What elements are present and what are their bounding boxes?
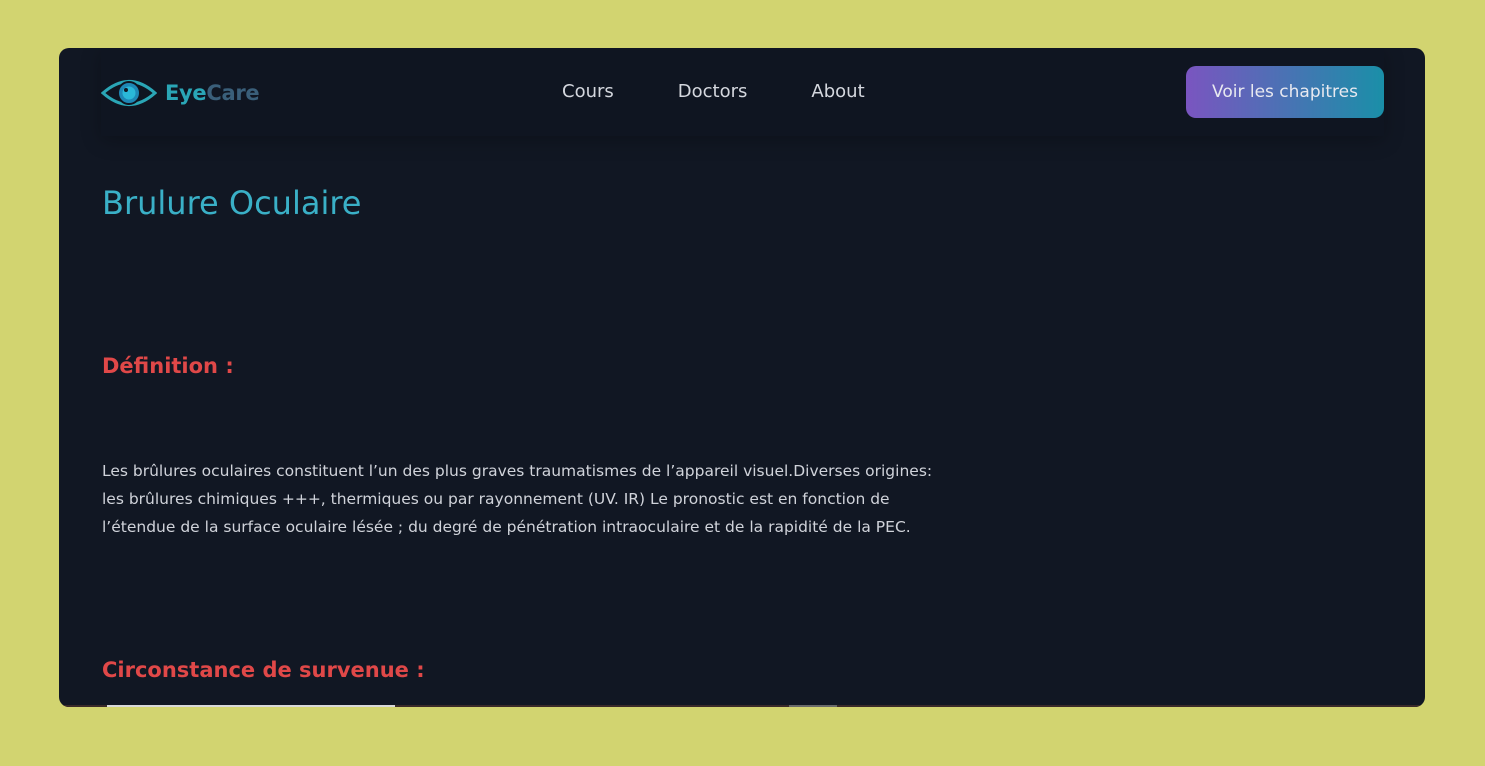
nav-links: Cours Doctors About — [562, 81, 929, 102]
page-title: Brulure Oculaire — [102, 184, 362, 222]
page-background: EyeCare Cours Doctors About Voir les cha… — [0, 0, 1485, 766]
content-below-fold — [59, 705, 1425, 707]
section-heading-definition: Définition : — [102, 354, 234, 378]
eye-icon — [101, 76, 157, 110]
below-fold-element — [789, 705, 837, 707]
logo-text: EyeCare — [165, 81, 260, 105]
section-heading-circonstance: Circonstance de survenue : — [102, 658, 425, 682]
browser-viewport: EyeCare Cours Doctors About Voir les cha… — [59, 48, 1425, 707]
nav-link-about[interactable]: About — [811, 81, 864, 102]
nav-link-cours[interactable]: Cours — [562, 81, 614, 102]
logo-text-care: Care — [206, 81, 260, 105]
nav-link-doctors[interactable]: Doctors — [678, 81, 748, 102]
definition-paragraph: Les brûlures oculaires constituent l’un … — [102, 462, 933, 536]
voir-les-chapitres-button[interactable]: Voir les chapitres — [1186, 66, 1384, 118]
logo[interactable]: EyeCare — [101, 76, 260, 110]
below-fold-element — [107, 705, 395, 707]
navbar: EyeCare Cours Doctors About Voir les cha… — [101, 48, 1384, 136]
logo-text-eye: Eye — [165, 81, 207, 105]
